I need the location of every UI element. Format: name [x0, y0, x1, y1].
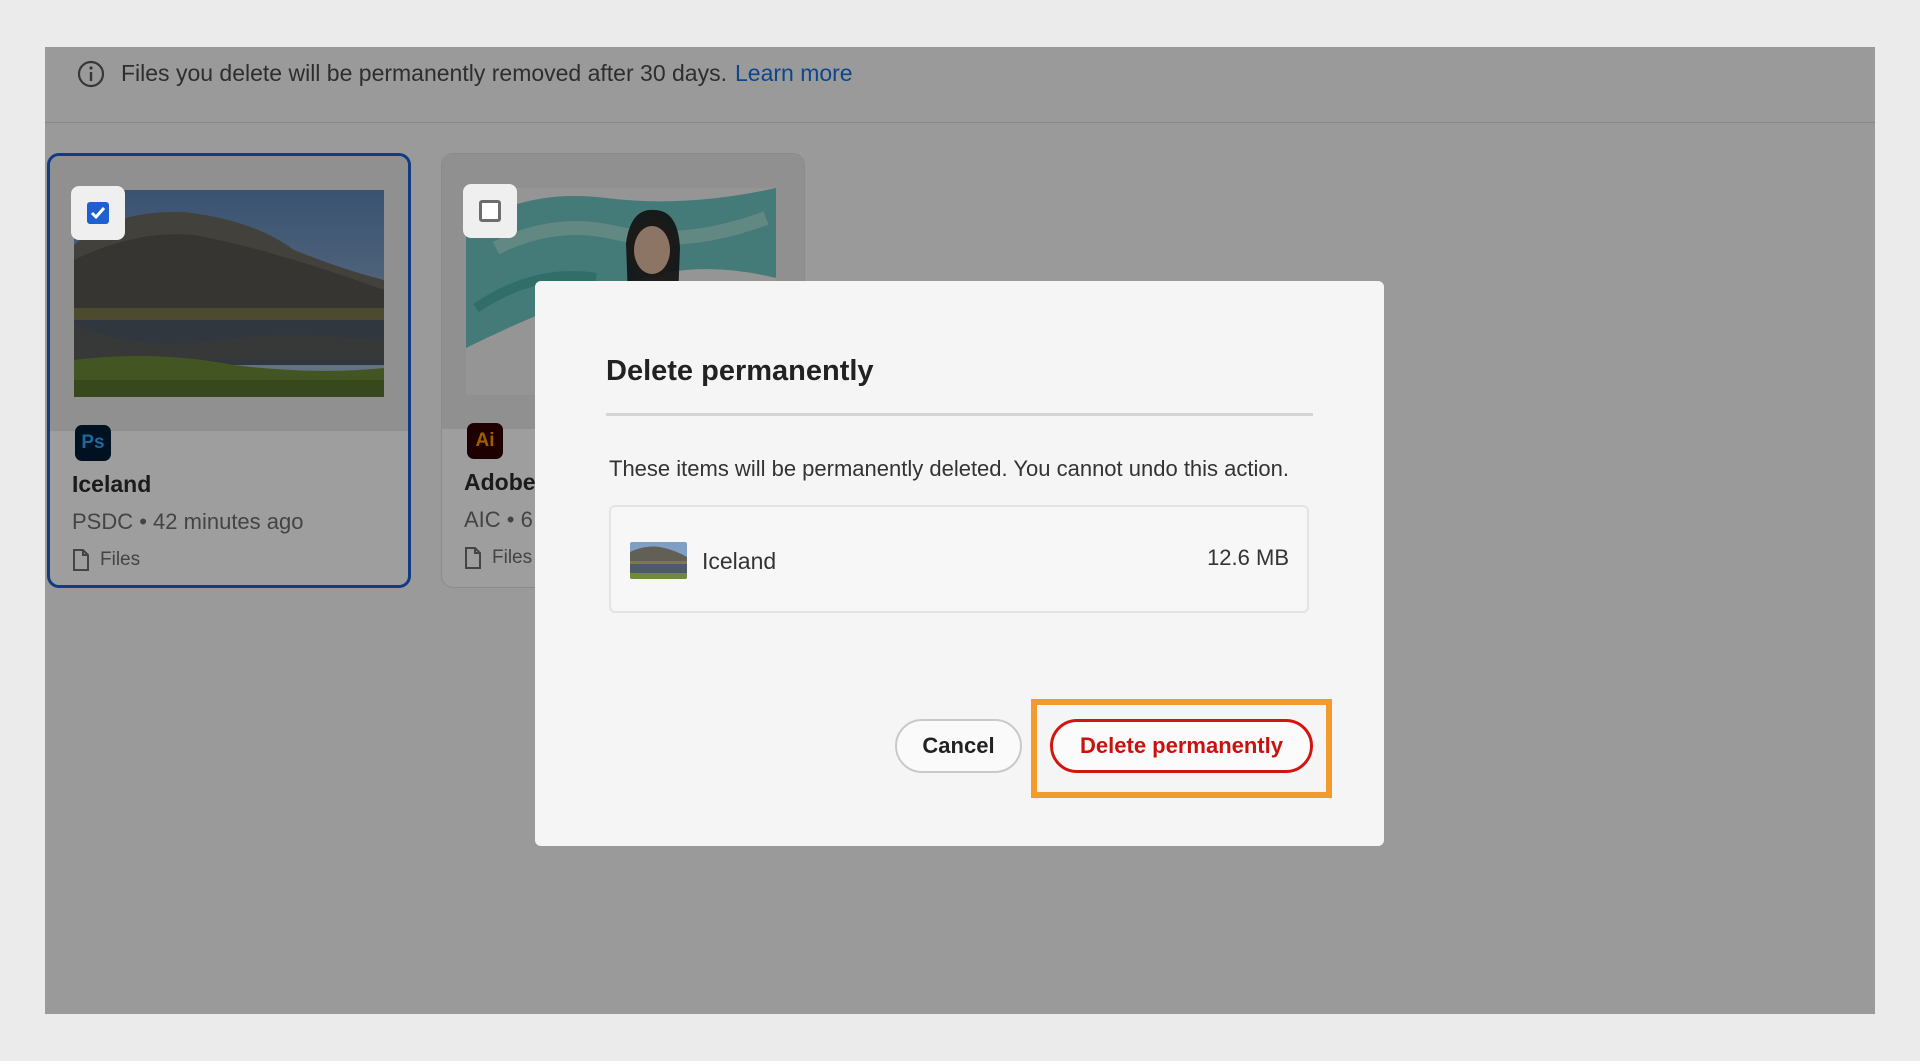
delete-dialog: Delete permanently These items will be p…: [535, 281, 1384, 846]
dialog-divider: [606, 413, 1313, 416]
item-list: Iceland 12.6 MB: [609, 505, 1309, 613]
card-checkbox-wrapper[interactable]: [71, 186, 125, 240]
checkmark-icon: [90, 207, 106, 220]
card-checkbox-wrapper[interactable]: [463, 184, 517, 238]
item-thumbnail: [630, 542, 687, 579]
dialog-message: These items will be permanently deleted.…: [609, 456, 1289, 481]
cancel-button[interactable]: Cancel: [895, 719, 1022, 773]
item-name: Iceland: [702, 548, 777, 574]
card-checkbox[interactable]: [479, 200, 501, 222]
item-size: 12.6 MB: [1207, 545, 1289, 570]
highlight-box: [1031, 699, 1332, 798]
dialog-title: Delete permanently: [606, 355, 874, 387]
card-checkbox[interactable]: [87, 202, 109, 224]
